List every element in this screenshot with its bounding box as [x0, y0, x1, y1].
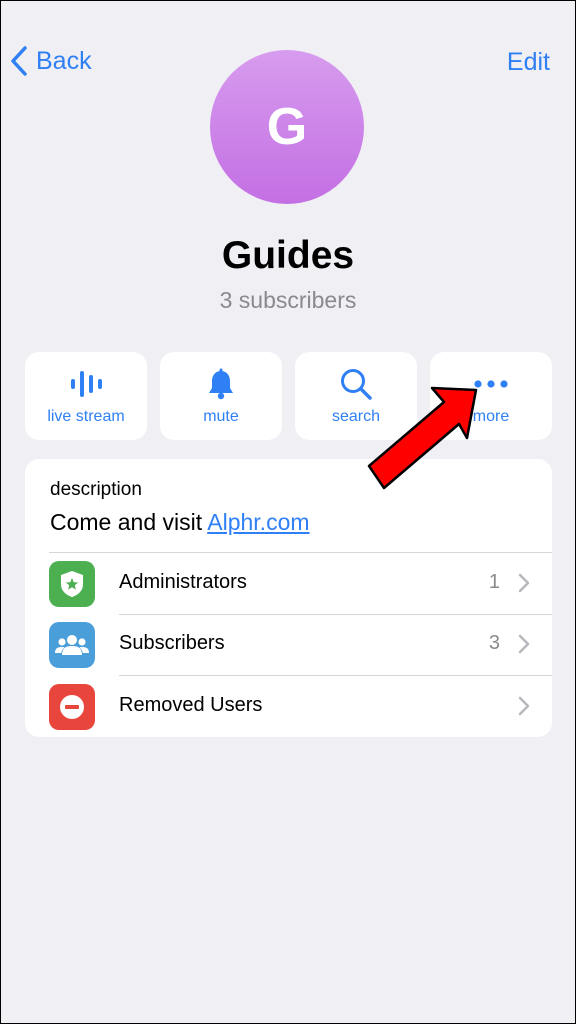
subscriber-count: 3 subscribers	[219, 287, 357, 313]
subscribers-label: Subscribers	[119, 632, 225, 654]
administrators-count: 1	[488, 571, 500, 593]
minus-circle-icon	[49, 684, 95, 730]
bell-icon	[206, 366, 236, 402]
red-annotation-arrow-icon	[367, 386, 478, 490]
removed-users-row[interactable]: Removed Users	[25, 676, 552, 737]
subscribers-row[interactable]: Subscribers 3	[25, 614, 552, 675]
description-link[interactable]: Alphr.com	[207, 509, 309, 535]
subscribers-count: 3	[488, 632, 500, 654]
live-stream-icon	[69, 366, 103, 402]
description-text: Come and visit Alphr.com	[50, 509, 310, 536]
description-label: description	[50, 479, 142, 500]
mute-button[interactable]: mute	[160, 352, 282, 440]
back-label: Back	[36, 46, 92, 75]
live-stream-label: live stream	[47, 408, 125, 425]
chevron-right-icon	[518, 573, 530, 593]
channel-name: Guides	[221, 234, 355, 277]
admin-badge-icon	[49, 561, 95, 607]
back-button[interactable]: Back	[10, 46, 92, 76]
live-stream-button[interactable]: live stream	[25, 352, 147, 440]
channel-avatar: G	[210, 50, 364, 204]
info-card: description Come and visit Alphr.com Adm…	[25, 459, 552, 737]
edit-button[interactable]: Edit	[507, 48, 550, 77]
chevron-right-icon	[518, 696, 530, 716]
administrators-row[interactable]: Administrators 1	[25, 553, 552, 614]
removed-users-label: Removed Users	[119, 694, 263, 716]
people-icon	[49, 622, 95, 668]
administrators-label: Administrators	[119, 571, 247, 593]
mute-label: mute	[203, 408, 239, 425]
chevron-left-icon	[11, 46, 27, 76]
chevron-right-icon	[518, 634, 530, 654]
avatar-letter: G	[266, 98, 308, 156]
description-prefix: Come and visit	[50, 509, 208, 535]
